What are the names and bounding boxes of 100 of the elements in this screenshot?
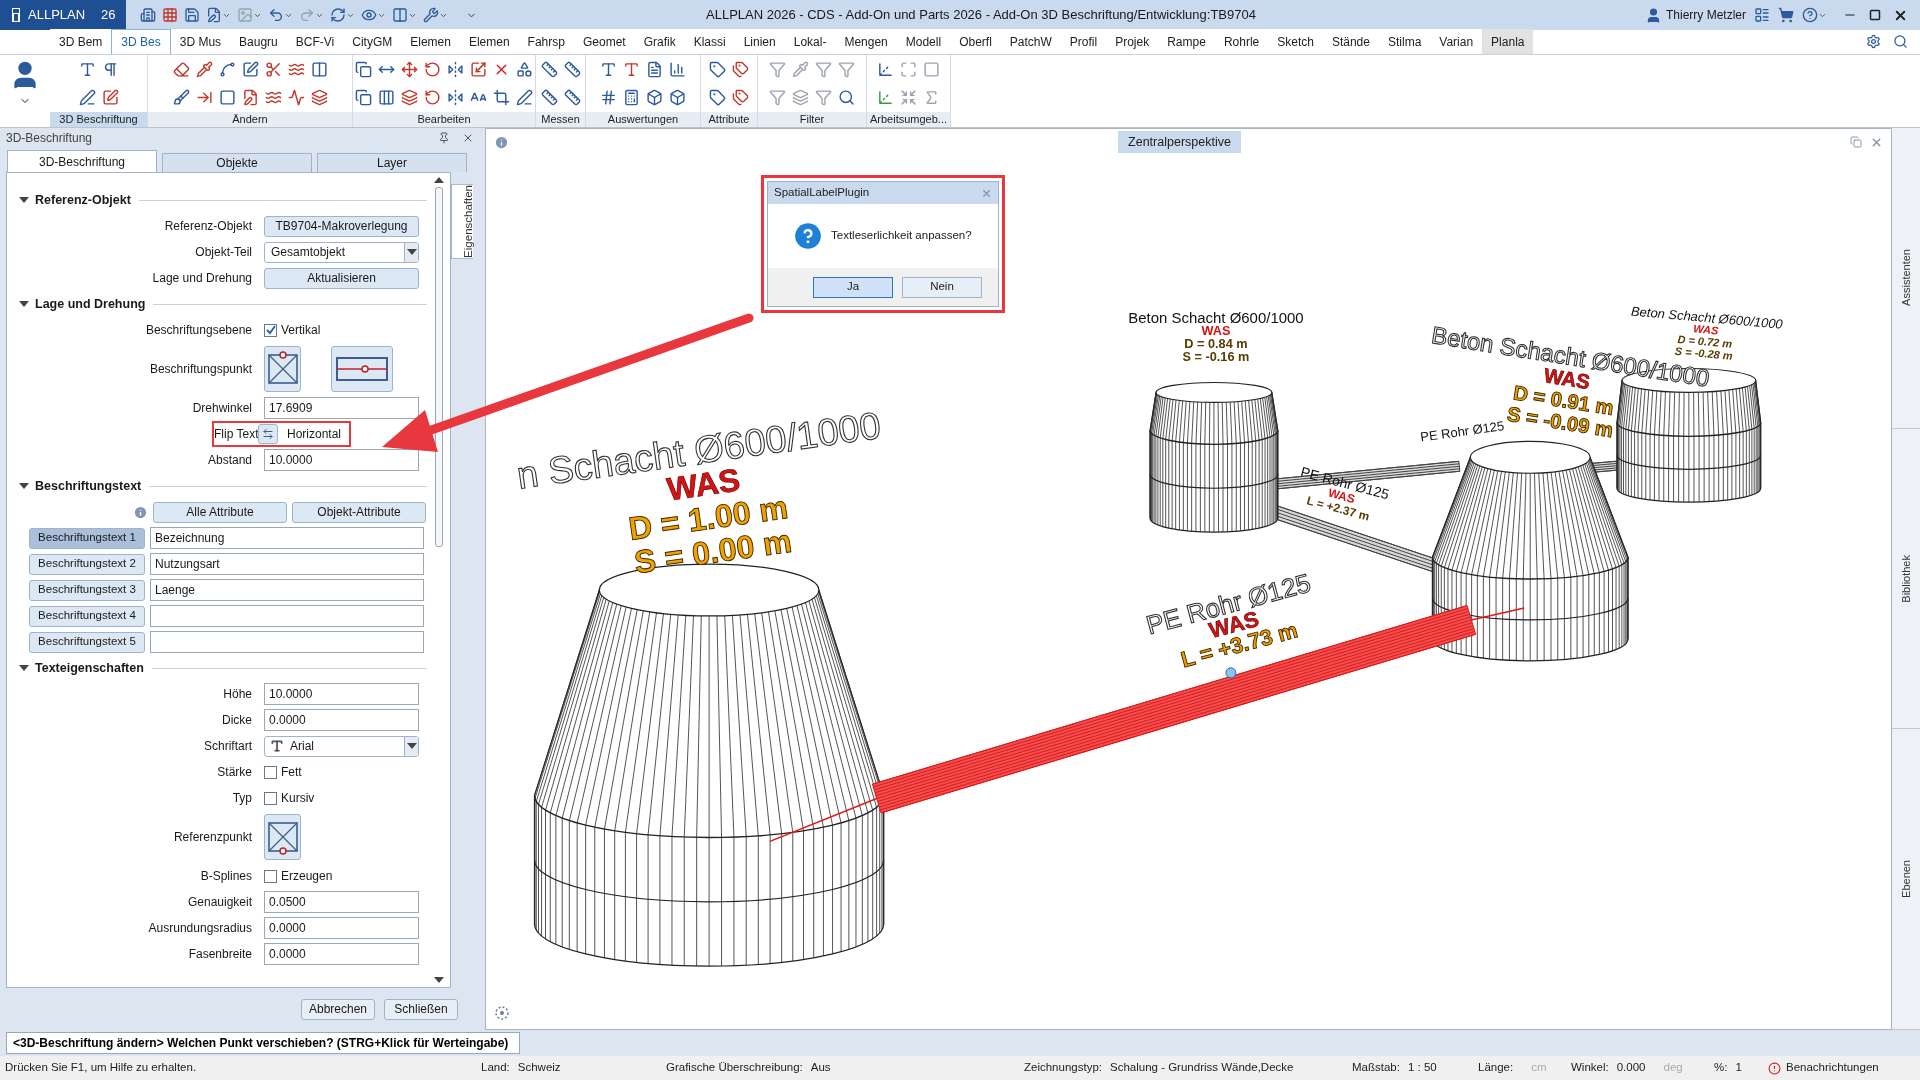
action-button[interactable]: Aktualisieren bbox=[264, 267, 419, 289]
axis-icon[interactable] bbox=[877, 89, 894, 107]
crop-icon[interactable] bbox=[493, 89, 510, 107]
box-icon[interactable] bbox=[646, 89, 663, 107]
text-icon[interactable] bbox=[78, 60, 96, 78]
alert-icon[interactable] bbox=[1768, 1061, 1781, 1075]
bar-chart-icon[interactable] bbox=[669, 60, 686, 78]
view-title[interactable]: Zentralperspektive bbox=[1118, 131, 1241, 153]
search-icon[interactable] bbox=[838, 89, 855, 107]
app-badge[interactable]: ALLPLAN 26 bbox=[0, 0, 126, 30]
collapse-caret-icon[interactable] bbox=[406, 249, 417, 255]
collapse-caret-icon[interactable] bbox=[434, 177, 444, 183]
file-edit-icon[interactable] bbox=[241, 89, 259, 107]
ruler-icon[interactable] bbox=[540, 89, 558, 107]
input-field[interactable]: 0.0000 bbox=[264, 943, 419, 965]
ribbon-tab[interactable]: 3D Bes bbox=[111, 29, 171, 54]
input-field[interactable]: Laenge bbox=[150, 579, 424, 601]
rotate-icon[interactable] bbox=[424, 60, 441, 78]
hash-icon[interactable] bbox=[600, 89, 617, 107]
rotate-icon[interactable] bbox=[424, 89, 441, 107]
label-slot-button[interactable]: Beschriftungstext 3 bbox=[29, 579, 145, 601]
wrench-icon[interactable] bbox=[423, 7, 439, 23]
pipette-icon[interactable] bbox=[195, 60, 213, 78]
text-icon[interactable] bbox=[600, 60, 617, 78]
panel-tab[interactable]: 3D-Beschriftung bbox=[7, 150, 157, 172]
collapse-caret-icon[interactable] bbox=[406, 743, 417, 749]
attribute-button[interactable]: Objekt-Attribute bbox=[292, 501, 426, 523]
pulse-icon[interactable] bbox=[287, 89, 305, 107]
move-icon[interactable] bbox=[401, 60, 418, 78]
ruler-icon[interactable] bbox=[563, 60, 581, 78]
input-field[interactable]: Bezeichnung bbox=[150, 527, 424, 549]
collapse-caret-icon[interactable] bbox=[19, 665, 29, 671]
tag-icon[interactable] bbox=[709, 60, 726, 78]
file-edit-icon[interactable] bbox=[206, 7, 222, 23]
copy-icon[interactable] bbox=[355, 60, 372, 78]
ribbon-tab[interactable]: Planla bbox=[1482, 29, 1534, 54]
eye-icon[interactable] bbox=[361, 7, 377, 23]
input-field[interactable]: 0.0500 bbox=[264, 891, 419, 913]
dialog-button[interactable]: Schließen bbox=[384, 998, 458, 1020]
action-button[interactable]: TB9704-Makroverlegung bbox=[264, 215, 419, 237]
checkbox[interactable] bbox=[264, 323, 277, 337]
label-slot-button[interactable]: Beschriftungstext 5 bbox=[29, 631, 145, 653]
grid-icon[interactable] bbox=[162, 7, 178, 23]
checkbox[interactable] bbox=[264, 791, 277, 805]
input-field[interactable]: 10.0000 bbox=[264, 449, 419, 471]
collapse-caret-icon[interactable] bbox=[19, 301, 29, 307]
input-field[interactable] bbox=[150, 631, 424, 653]
checkbox[interactable] bbox=[264, 765, 277, 779]
side-tab[interactable]: Ebenen bbox=[1897, 860, 1915, 899]
pen-icon[interactable] bbox=[78, 89, 96, 107]
pen-icon[interactable] bbox=[516, 89, 533, 107]
cart-icon[interactable] bbox=[1778, 7, 1794, 23]
orientation-line-button[interactable] bbox=[331, 346, 393, 392]
info-icon[interactable] bbox=[133, 504, 148, 520]
help-icon[interactable] bbox=[1802, 7, 1818, 23]
input-field[interactable]: 0.0000 bbox=[264, 917, 419, 939]
label-slot-button[interactable]: Beschriftungstext 1 bbox=[29, 527, 145, 549]
input-field[interactable]: 0.0000 bbox=[264, 709, 419, 731]
checkbox[interactable] bbox=[264, 869, 277, 883]
input-field[interactable]: Nutzungsart bbox=[150, 553, 424, 575]
label-slot-button[interactable]: Beschriftungstext 4 bbox=[29, 605, 145, 627]
flip-icon[interactable] bbox=[447, 89, 464, 107]
brush-icon[interactable] bbox=[172, 89, 190, 107]
dialog-button[interactable]: Nein bbox=[902, 276, 982, 298]
pin-icon[interactable] bbox=[438, 132, 450, 144]
dropdown[interactable]: Gesamtobjekt bbox=[264, 241, 419, 263]
dialog-button[interactable]: Abbrechen bbox=[301, 998, 375, 1020]
ruler-icon[interactable] bbox=[563, 89, 581, 107]
info-icon[interactable] bbox=[494, 134, 509, 150]
refresh-icon[interactable] bbox=[330, 7, 346, 23]
calculator-icon[interactable] bbox=[623, 89, 640, 107]
settings-icon[interactable] bbox=[1866, 34, 1881, 49]
columns-icon[interactable] bbox=[310, 60, 328, 78]
layers-icon[interactable] bbox=[401, 89, 418, 107]
maximize-icon[interactable] bbox=[1869, 9, 1881, 21]
side-tab[interactable]: Bibliothek bbox=[1897, 554, 1915, 603]
attribute-button[interactable]: Alle Attribute bbox=[153, 501, 287, 523]
tags-icon[interactable] bbox=[732, 60, 749, 78]
tags-icon[interactable] bbox=[732, 89, 749, 107]
navigation-icon[interactable] bbox=[494, 1005, 510, 1021]
document-icon[interactable] bbox=[646, 60, 663, 78]
ruler-icon[interactable] bbox=[540, 60, 558, 78]
copy-icon[interactable] bbox=[355, 89, 372, 107]
building-icon[interactable] bbox=[140, 7, 156, 23]
panel-tab[interactable]: Objekte bbox=[162, 153, 312, 172]
label-slot-button[interactable]: Beschriftungstext 2 bbox=[29, 553, 145, 575]
flip-icon[interactable] bbox=[447, 60, 464, 78]
dialog-button[interactable]: Ja bbox=[813, 276, 893, 298]
spline-icon[interactable] bbox=[218, 60, 236, 78]
input-field[interactable]: 10.0000 bbox=[264, 683, 419, 705]
columns-icon[interactable] bbox=[392, 7, 408, 23]
shapes-icon[interactable] bbox=[516, 60, 533, 78]
text-icon[interactable] bbox=[623, 60, 640, 78]
collapse-caret-icon[interactable] bbox=[19, 483, 29, 489]
edit-icon[interactable] bbox=[241, 60, 259, 78]
scissors-icon[interactable] bbox=[264, 60, 282, 78]
axis-icon[interactable] bbox=[877, 60, 894, 78]
tag-icon[interactable] bbox=[709, 89, 726, 107]
layers-icon[interactable] bbox=[310, 89, 328, 107]
side-tab[interactable]: Assistenten bbox=[1897, 249, 1915, 307]
